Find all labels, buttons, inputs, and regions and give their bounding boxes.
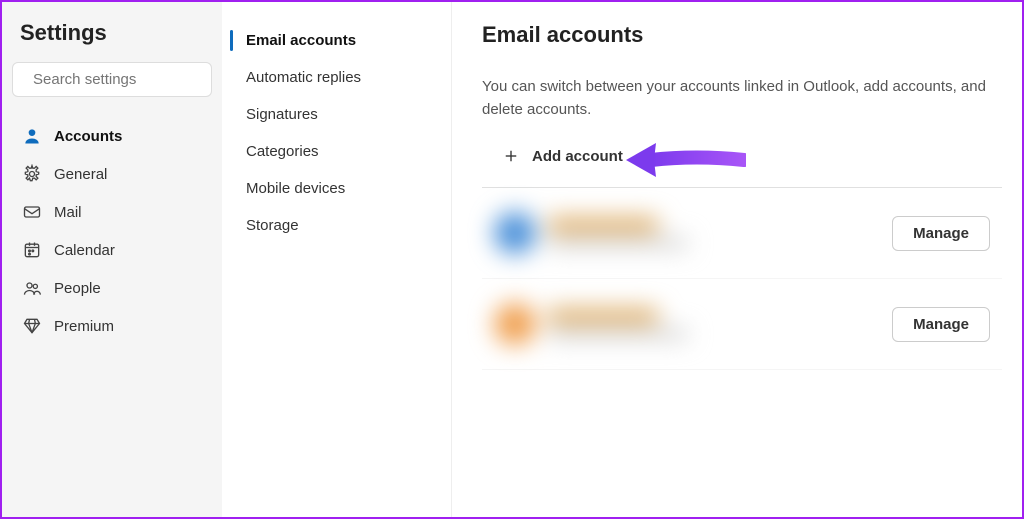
sidebar-item-people[interactable]: People [12, 269, 212, 307]
subnav-item-categories[interactable]: Categories [222, 133, 451, 170]
sidebar-item-label: Premium [54, 318, 114, 335]
settings-sidebar: Settings Accounts General Mail Calendar … [2, 2, 222, 517]
account-avatar [494, 212, 536, 254]
add-account-label: Add account [532, 148, 623, 165]
mail-icon [22, 202, 42, 222]
account-text [548, 218, 688, 248]
sidebar-item-accounts[interactable]: Accounts [12, 117, 212, 155]
diamond-icon [22, 316, 42, 336]
settings-subnav: Email accounts Automatic replies Signatu… [222, 2, 452, 517]
subnav-item-storage[interactable]: Storage [222, 207, 451, 244]
subnav-item-automatic-replies[interactable]: Automatic replies [222, 59, 451, 96]
sidebar-item-label: Accounts [54, 128, 122, 145]
account-row: Manage [482, 188, 1002, 279]
account-avatar [494, 303, 536, 345]
account-info [494, 303, 688, 345]
manage-button[interactable]: Manage [892, 307, 990, 342]
sidebar-item-label: Calendar [54, 242, 115, 259]
sidebar-item-general[interactable]: General [12, 155, 212, 193]
page-description: You can switch between your accounts lin… [482, 76, 1002, 121]
settings-title: Settings [20, 20, 212, 46]
plus-icon [502, 147, 520, 165]
people-icon [22, 278, 42, 298]
manage-button[interactable]: Manage [892, 216, 990, 251]
sidebar-item-label: General [54, 166, 107, 183]
add-account-button[interactable]: Add account [486, 139, 639, 173]
page-title: Email accounts [482, 22, 1002, 48]
sidebar-item-label: People [54, 280, 101, 297]
sidebar-item-calendar[interactable]: Calendar [12, 231, 212, 269]
main-content: Email accounts You can switch between yo… [452, 2, 1022, 517]
account-info [494, 212, 688, 254]
subnav-item-mobile-devices[interactable]: Mobile devices [222, 170, 451, 207]
account-row: Manage [482, 279, 1002, 370]
gear-icon [22, 164, 42, 184]
sidebar-item-label: Mail [54, 204, 82, 221]
search-settings-box[interactable] [12, 62, 212, 97]
subnav-item-signatures[interactable]: Signatures [222, 96, 451, 133]
sidebar-item-mail[interactable]: Mail [12, 193, 212, 231]
calendar-icon [22, 240, 42, 260]
person-icon [22, 126, 42, 146]
account-text [548, 309, 688, 339]
sidebar-item-premium[interactable]: Premium [12, 307, 212, 345]
subnav-item-email-accounts[interactable]: Email accounts [222, 22, 451, 59]
search-input[interactable] [33, 71, 232, 88]
annotation-arrow-icon [626, 135, 746, 185]
